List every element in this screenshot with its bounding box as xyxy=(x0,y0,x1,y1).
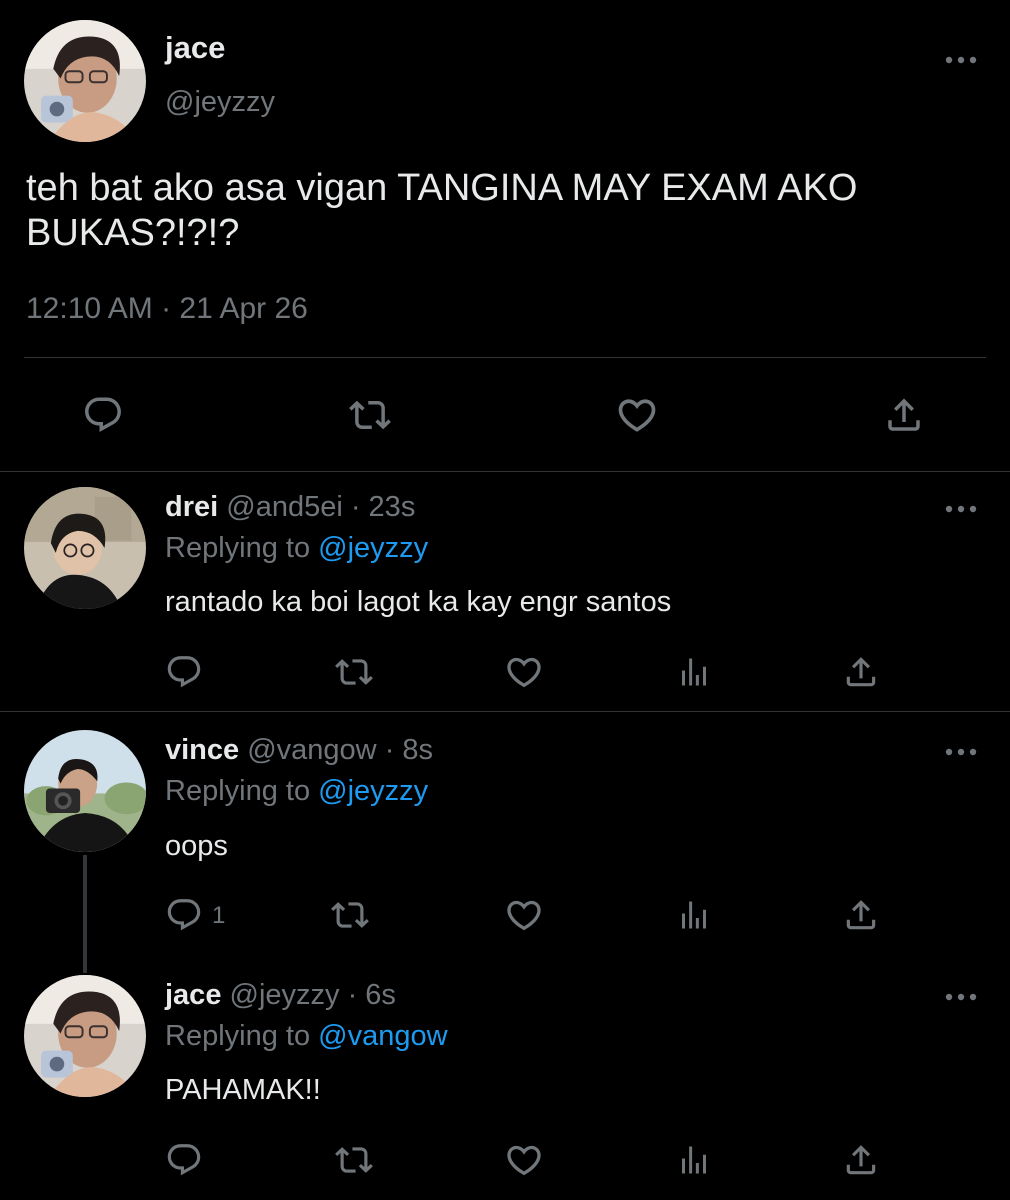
avatar-jace-image xyxy=(24,20,146,142)
share-icon[interactable] xyxy=(881,392,927,438)
reply-author-name[interactable]: vince xyxy=(165,734,239,766)
retweet-icon[interactable] xyxy=(334,1140,374,1180)
tweet-text: teh bat ako asa vigan TANGINA MAY EXAM A… xyxy=(26,167,858,254)
replying-to-label: Replying to xyxy=(165,775,319,807)
avatar[interactable] xyxy=(24,487,146,609)
reply-icon[interactable] xyxy=(164,895,204,935)
thread-line xyxy=(83,855,87,973)
tweet-timestamp[interactable]: 12:10 AM · 21 Apr 26 xyxy=(26,292,308,326)
divider xyxy=(0,471,1010,472)
like-icon[interactable] xyxy=(614,392,660,438)
reply-time[interactable]: · 6s xyxy=(348,979,396,1011)
replying-to-mention[interactable]: @jeyzzy xyxy=(318,775,428,807)
avatar-drei-image xyxy=(24,487,146,609)
more-options-icon[interactable] xyxy=(944,985,978,1009)
replying-to-mention[interactable]: @vangow xyxy=(318,1020,447,1052)
retweet-icon[interactable] xyxy=(334,652,374,692)
share-icon[interactable] xyxy=(841,895,881,935)
reply-author-handle[interactable]: @and5ei xyxy=(226,491,343,523)
avatar-vince-image xyxy=(24,730,146,852)
reply-text: rantado ka boi lagot ka kay engr santos xyxy=(165,586,672,618)
avatar[interactable] xyxy=(24,20,146,142)
reply-time[interactable]: · 8s xyxy=(385,734,433,766)
reply-author-name[interactable]: jace xyxy=(165,979,221,1011)
views-icon[interactable] xyxy=(674,895,714,935)
reply-icon[interactable] xyxy=(164,1140,204,1180)
more-options-icon[interactable] xyxy=(944,497,978,521)
reply-author-handle[interactable]: @vangow xyxy=(247,734,376,766)
avatar[interactable] xyxy=(24,975,146,1097)
like-icon[interactable] xyxy=(504,895,544,935)
like-icon[interactable] xyxy=(504,1140,544,1180)
replying-to: Replying to @vangow xyxy=(165,1020,448,1053)
replying-to-label: Replying to xyxy=(165,1020,319,1052)
reply-icon[interactable] xyxy=(164,652,204,692)
divider xyxy=(0,711,1010,712)
views-icon[interactable] xyxy=(674,652,714,692)
reply-header: drei @and5ei · 23s xyxy=(165,491,415,524)
reply-author-handle[interactable]: @jeyzzy xyxy=(230,979,340,1011)
replying-to: Replying to @jeyzzy xyxy=(165,532,428,565)
reply-text: PAHAMAK!! xyxy=(165,1074,321,1106)
replying-to-mention[interactable]: @jeyzzy xyxy=(318,532,428,564)
replying-to: Replying to @jeyzzy xyxy=(165,775,428,808)
divider xyxy=(24,357,986,358)
reply-count: 1 xyxy=(212,902,226,929)
reply-header: vince @vangow · 8s xyxy=(165,734,433,767)
more-options-icon[interactable] xyxy=(944,48,978,72)
reply-icon[interactable] xyxy=(80,392,126,438)
share-icon[interactable] xyxy=(841,1140,881,1180)
more-options-icon[interactable] xyxy=(944,740,978,764)
reply-text: oops xyxy=(165,830,228,862)
retweet-icon[interactable] xyxy=(330,895,370,935)
reply-time[interactable]: · 23s xyxy=(351,491,415,523)
reply-header: jace @jeyzzy · 6s xyxy=(165,979,396,1012)
reply-author-name[interactable]: drei xyxy=(165,491,218,523)
replying-to-label: Replying to xyxy=(165,532,319,564)
share-icon[interactable] xyxy=(841,652,881,692)
like-icon[interactable] xyxy=(504,652,544,692)
avatar[interactable] xyxy=(24,730,146,852)
views-icon[interactable] xyxy=(674,1140,714,1180)
avatar-jace-image xyxy=(24,975,146,1097)
author-name[interactable]: jace xyxy=(165,30,225,66)
retweet-icon[interactable] xyxy=(347,392,393,438)
author-handle[interactable]: @jeyzzy xyxy=(165,86,275,119)
